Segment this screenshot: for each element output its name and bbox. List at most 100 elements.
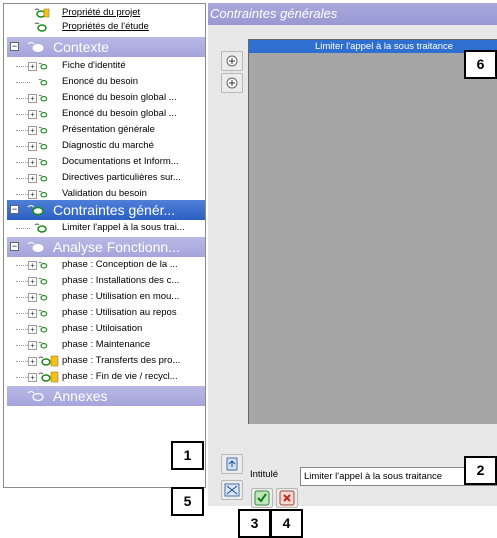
requirement-icon [38, 261, 48, 269]
tree-item-label: phase : Fin de vie / recycl... [62, 371, 178, 382]
expand-toggle[interactable]: + [28, 357, 37, 366]
edit-item-button[interactable] [221, 73, 243, 93]
section-icon [27, 242, 44, 252]
requirement-icon [38, 110, 48, 118]
callout-5: 5 [171, 487, 204, 516]
check-icon [254, 490, 270, 506]
validate-button[interactable] [251, 488, 273, 508]
tree-item-label: Diagnostic du marché [62, 140, 154, 151]
study-properties-icon [34, 22, 47, 32]
tree-item[interactable]: + phase : Transferts des pro... [4, 354, 205, 368]
intitule-label: Intitulé [250, 469, 278, 480]
delete-row-button[interactable] [221, 480, 243, 500]
requirement-icon [34, 223, 47, 233]
expand-toggle[interactable]: + [28, 325, 37, 334]
section-label: Contexte [53, 39, 110, 55]
tree-item[interactable]: + Fiche d'identité [4, 59, 205, 73]
tree-item-label: phase : Maintenance [62, 339, 151, 350]
tree-section-analyse[interactable]: − Analyse Fonctionn... [7, 237, 205, 257]
expand-toggle[interactable]: + [28, 62, 37, 71]
collapse-toggle[interactable]: − [10, 42, 19, 51]
tree-item-label: Présentation générale [62, 124, 155, 135]
add-item-button[interactable] [221, 51, 243, 71]
edit-icon [226, 77, 238, 89]
tree-item-study-properties[interactable]: Propriétés de l'étude [4, 20, 205, 34]
expand-toggle[interactable]: + [28, 341, 37, 350]
tree-item-label: Propriétés de l'étude [62, 21, 149, 32]
expand-toggle[interactable]: + [28, 309, 37, 318]
items-list[interactable]: Limiter l'appel à la sous traitance [248, 39, 497, 424]
list-item-selected[interactable]: Limiter l'appel à la sous traitance [249, 40, 497, 53]
app-window: Propriété du projet Propriétés de l'étud… [0, 0, 497, 538]
callout-2: 2 [464, 456, 497, 485]
tree-section-contexte[interactable]: − Contexte [7, 37, 205, 57]
requirement-icon [38, 174, 48, 182]
section-icon [27, 205, 44, 216]
tree-item[interactable]: + Enoncé du besoin global ... [4, 91, 205, 105]
tree-item-label: Documentations et Inform... [62, 156, 179, 167]
tree-item-label: phase : Conception de la ... [62, 259, 178, 270]
section-label: Contraintes génér... [53, 202, 176, 218]
expand-toggle[interactable]: + [28, 373, 37, 382]
tree-item[interactable]: + phase : Utilisation au repos [4, 306, 205, 320]
tree-connector [16, 228, 30, 229]
callout-6: 6 [464, 50, 497, 79]
requirement-icon [38, 325, 48, 333]
move-icon [226, 457, 238, 471]
tree-item[interactable]: + Présentation générale [4, 123, 205, 137]
expand-toggle[interactable]: + [28, 126, 37, 135]
tree-item[interactable]: + Validation du besoin [4, 187, 205, 201]
move-up-button[interactable] [221, 454, 243, 474]
expand-toggle[interactable]: + [28, 142, 37, 151]
tree-section-annexes[interactable]: Annexes [7, 386, 205, 406]
tree-item-contrainte[interactable]: Limiter l'appel à la sous trai... [4, 221, 205, 235]
tree-item[interactable]: + Enoncé du besoin global ... [4, 107, 205, 121]
collapse-toggle[interactable]: − [10, 205, 19, 214]
list-item-label: Limiter l'appel à la sous traitance [315, 41, 454, 52]
requirement-icon [38, 190, 48, 198]
tree-item-label: Validation du besoin [62, 188, 147, 199]
expand-toggle[interactable]: + [28, 277, 37, 286]
tree-item-label: Fiche d'identité [62, 60, 126, 71]
requirement-icon [38, 355, 59, 367]
tree-item[interactable]: + Directives particulières sur... [4, 171, 205, 185]
requirement-icon [38, 94, 48, 102]
tree-item-label: Limiter l'appel à la sous trai... [62, 222, 185, 233]
tree-item-label: Propriété du projet [62, 7, 141, 18]
requirement-icon [38, 341, 48, 349]
panel-header: Contraintes générales [208, 3, 497, 25]
tree-item[interactable]: Enoncé du besoin [4, 75, 205, 89]
requirement-icon [38, 142, 48, 150]
cancel-button[interactable] [276, 488, 298, 508]
tree-item-label: phase : Utilisation en mou... [62, 291, 180, 302]
panel-title: Contraintes générales [210, 6, 338, 21]
tree-item[interactable]: + Diagnostic du marché [4, 139, 205, 153]
tree-item[interactable]: + phase : Utilisation en mou... [4, 290, 205, 304]
tree-item-label: phase : Installations des c... [62, 275, 180, 286]
tree-item[interactable]: + phase : Maintenance [4, 338, 205, 352]
expand-toggle[interactable]: + [28, 174, 37, 183]
expand-toggle[interactable]: + [28, 94, 37, 103]
tree-item-label: phase : Utiloisation [62, 323, 143, 334]
tree-section-contraintes[interactable]: − Contraintes génér... [7, 200, 205, 220]
tree-item-project-properties[interactable]: Propriété du projet [4, 6, 205, 20]
tree-item[interactable]: + phase : Utiloisation [4, 322, 205, 336]
requirement-icon [38, 126, 48, 134]
tree-item[interactable]: + Documentations et Inform... [4, 155, 205, 169]
tree-item[interactable]: + phase : Conception de la ... [4, 258, 205, 272]
expand-toggle[interactable]: + [28, 293, 37, 302]
requirement-icon [38, 158, 48, 166]
tree-item-label: Enoncé du besoin global ... [62, 108, 177, 119]
callout-4: 4 [270, 509, 303, 538]
expand-toggle[interactable]: + [28, 190, 37, 199]
navigation-tree[interactable]: Propriété du projet Propriétés de l'étud… [3, 3, 206, 488]
expand-toggle[interactable]: + [28, 158, 37, 167]
expand-toggle[interactable]: + [28, 110, 37, 119]
tree-item[interactable]: + phase : Installations des c... [4, 274, 205, 288]
requirement-icon [38, 78, 48, 86]
requirement-icon [38, 309, 48, 317]
expand-toggle[interactable]: + [28, 261, 37, 270]
tree-item-label: Enoncé du besoin global ... [62, 92, 177, 103]
collapse-toggle[interactable]: − [10, 242, 19, 251]
tree-item[interactable]: + phase : Fin de vie / recycl... [4, 370, 205, 384]
